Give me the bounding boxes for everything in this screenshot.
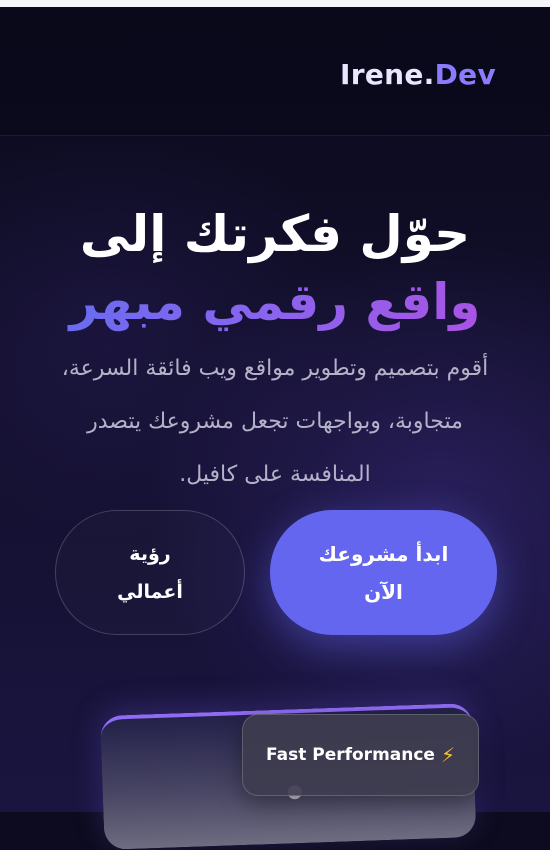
start-project-button[interactable]: ابدأ مشروعك الآن [270, 510, 497, 635]
view-work-label: رؤية أعمالي [117, 542, 183, 603]
badge-label: Fast Performance [265, 745, 435, 765]
site-logo[interactable]: Irene.Dev [340, 58, 496, 91]
hero-title-line1: حوّل فكرتك إلى [79, 204, 471, 263]
fast-performance-badge: Fast Performance ⚡ [242, 714, 479, 796]
hero-description: أقوم بتصميم وتطوير مواقع ويب فائقة السرع… [61, 356, 489, 487]
start-project-label: ابدأ مشروعك الآن [318, 541, 449, 604]
site-header: Irene.Dev [0, 7, 550, 136]
logo-suffix: Dev [434, 58, 496, 91]
view-work-button[interactable]: رؤية أعمالي [55, 510, 245, 635]
browser-top-strip [0, 0, 550, 7]
lightning-icon: ⚡ [440, 743, 456, 767]
hero-title: حوّل فكرتك إلى واقع رقمي مبهر [0, 200, 550, 336]
hero-title-line2: واقع رقمي مبهر [0, 268, 550, 336]
logo-name: Irene. [340, 58, 435, 91]
